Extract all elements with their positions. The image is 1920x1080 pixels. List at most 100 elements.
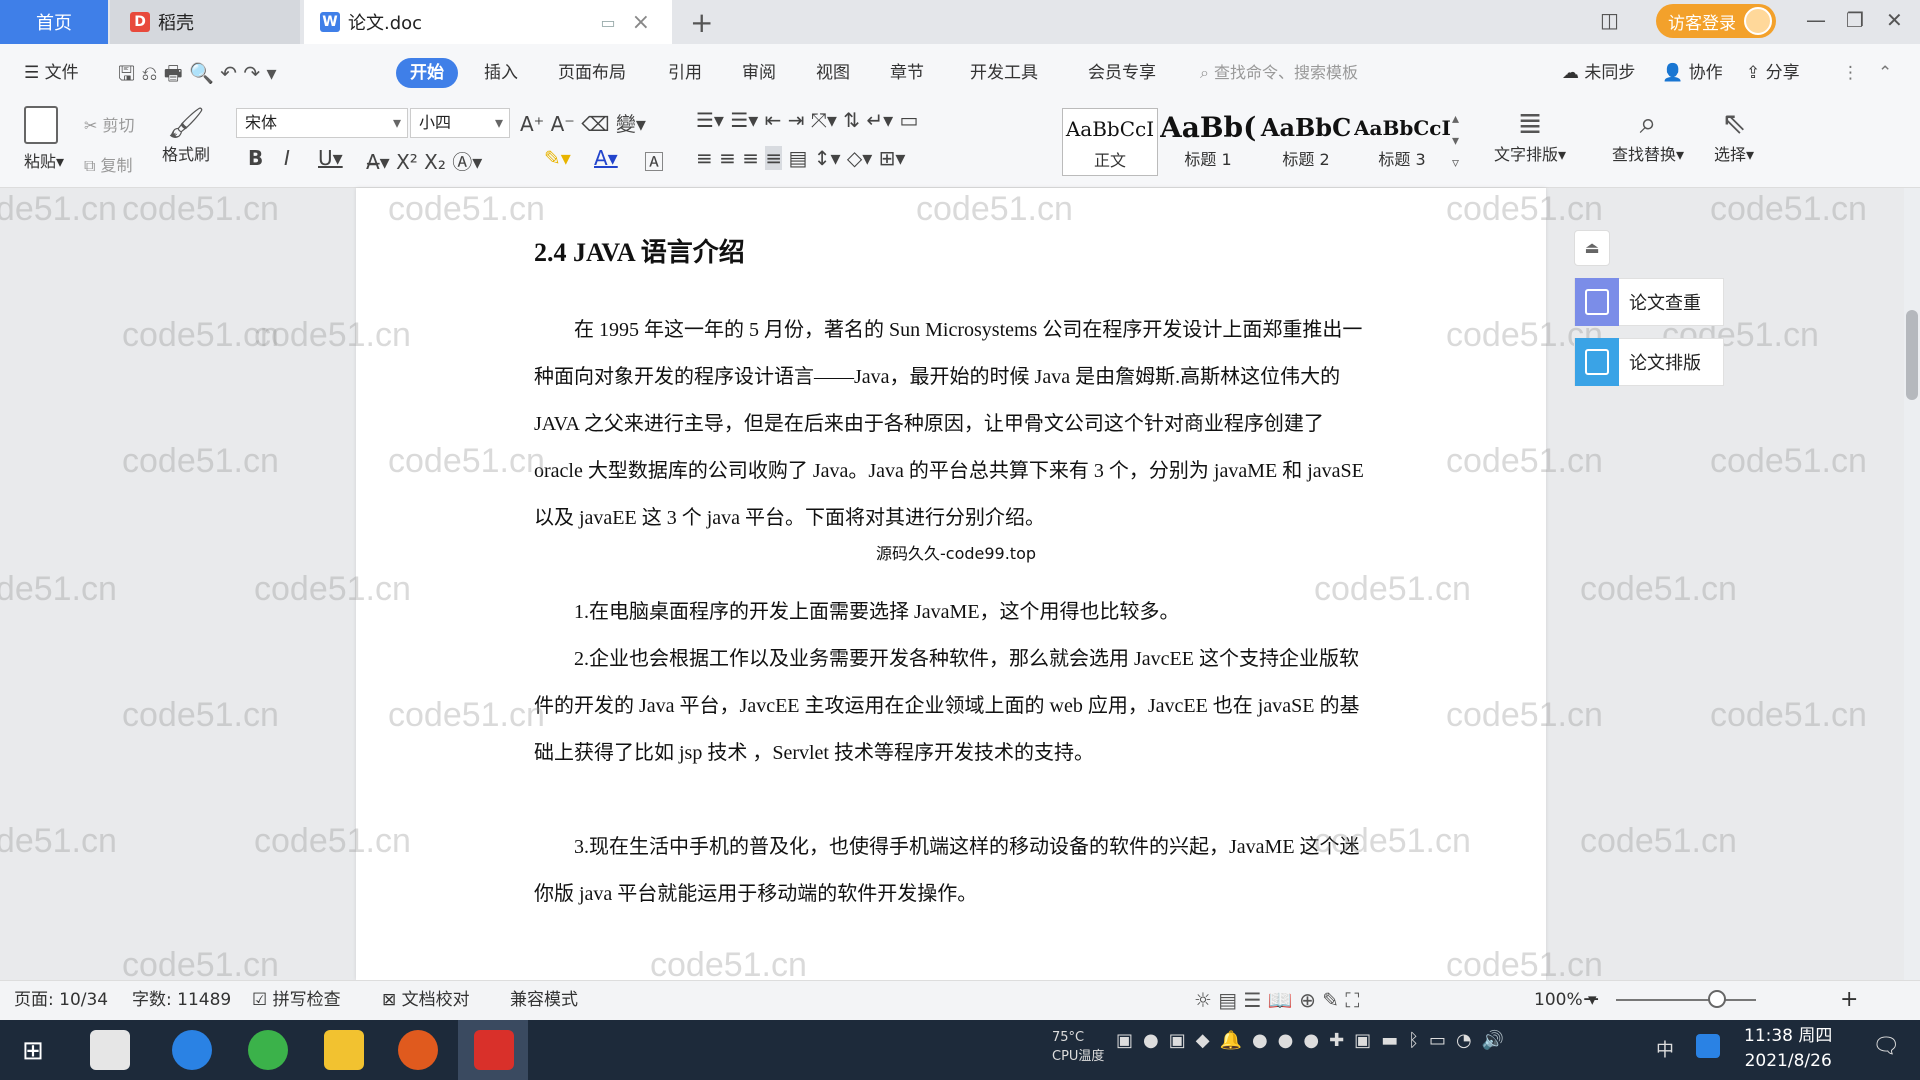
page-indicator[interactable]: 页面: 10/34 — [14, 980, 108, 1020]
format-painter-button[interactable]: 🖌 格式刷 — [162, 106, 210, 165]
menu-tab-start-label: 开始 — [410, 63, 444, 83]
vertical-scrollbar[interactable] — [1904, 188, 1920, 980]
quick-access-toolbar[interactable]: 🖫 ⎌ 🖶 🔍 ↶ ↷ ▾ — [118, 44, 277, 102]
app-pinwheel-icon[interactable] — [90, 1030, 130, 1070]
menu-tab-dev-tools[interactable]: 开发工具 — [970, 44, 1038, 102]
section-heading: 2.4 JAVA 语言介绍 — [534, 238, 745, 267]
window-mode-icon[interactable]: ▭ — [600, 13, 615, 32]
menu-tab-member-label: 会员专享 — [1088, 63, 1156, 83]
justify-icon[interactable]: ≡ — [765, 146, 783, 170]
side-panel-collapse-icon[interactable]: ⏏ — [1574, 230, 1610, 266]
style-heading-1-sample: AaBb( — [1160, 111, 1256, 144]
style-normal-name: 正文 — [1093, 151, 1126, 170]
font-color-icon[interactable]: A▾ — [594, 146, 618, 170]
underline-icon[interactable]: U▾ — [318, 146, 343, 170]
list-indent-icons[interactable]: ☰▾ ☰▾ ⇤ ⇥ ⤧▾ ⇅ ↵▾ ▭ — [696, 108, 918, 132]
word-count[interactable]: 字数: 11489 — [132, 980, 231, 1020]
style-heading-2[interactable]: AaBbC 标题 2 — [1258, 108, 1354, 176]
tab-home[interactable]: 首页 — [0, 0, 108, 44]
checkbox-icon: ☑ — [252, 990, 273, 1010]
zoom-in-icon[interactable]: + — [1840, 980, 1858, 1020]
tab-document[interactable]: W 论文.doc ▭ × — [304, 0, 672, 44]
style-heading-1[interactable]: AaBb(标题 1 — [1160, 108, 1256, 176]
menu-tab-chapter[interactable]: 章节 — [890, 44, 924, 102]
text-effects-icons[interactable]: A̶▾ X² X₂ Ⓐ▾ — [366, 146, 482, 175]
qq-icon[interactable] — [1696, 1034, 1720, 1058]
ime-indicator[interactable]: 中 — [1656, 1036, 1674, 1062]
select-button[interactable]: ⇖ 选择▾ — [1714, 106, 1754, 165]
zoom-slider-handle[interactable] — [1708, 990, 1726, 1008]
avatar — [1744, 7, 1772, 35]
app-mask-icon[interactable] — [398, 1030, 438, 1070]
cpu-temp-value: 75°C — [1052, 1030, 1085, 1045]
styles-scroll-icon[interactable]: ▴ ▾ ▿ — [1452, 108, 1459, 174]
text-layout-button[interactable]: ≣ 文字排版▾ — [1494, 106, 1566, 165]
layout-toggle-icon[interactable]: ◫ — [1600, 8, 1619, 32]
paragraph-align-icons[interactable]: ≡ ≡ ≡ ≡ ▤ ↕▾ ◇▾ ⊞▾ — [696, 146, 905, 170]
close-tab-icon[interactable]: × — [632, 10, 650, 35]
more-icon[interactable]: ⋮ — [1842, 44, 1859, 102]
file-menu[interactable]: ☰ 文件 — [24, 44, 79, 102]
scrollbar-thumb[interactable] — [1906, 310, 1918, 400]
menu-tab-insert[interactable]: 插入 — [484, 44, 518, 102]
sync-button[interactable]: ☁ 未同步 — [1562, 44, 1635, 102]
wps-icon — [474, 1030, 514, 1070]
start-icon[interactable]: ⊞ — [22, 1036, 44, 1066]
paragraph-point-3: 3.现在生活中手机的普及化，也使得手机端这样的移动设备的软件的兴起，JavaME… — [534, 836, 1360, 905]
new-tab-button[interactable]: + — [690, 6, 713, 39]
zoom-out-icon[interactable]: − — [1582, 980, 1600, 1020]
menu-tab-start[interactable]: 开始 — [396, 58, 458, 88]
menu-tab-insert-label: 插入 — [484, 63, 518, 83]
command-search[interactable]: ⌕ 查找命令、搜索模板 — [1200, 44, 1358, 102]
close-window-icon[interactable]: ✕ — [1886, 8, 1903, 32]
guest-login-button[interactable]: 访客登录 — [1656, 4, 1776, 38]
cut-label: 剪切 — [102, 116, 135, 135]
menu-tab-member[interactable]: 会员专享 — [1088, 44, 1156, 102]
magnifier-icon: ⌕ — [1639, 106, 1657, 141]
paragraph-point-2: 2.企业也会根据工作以及业务需要开发各种软件，那么就会选用 JavcEE 这个支… — [534, 648, 1360, 764]
font-name-select[interactable]: 宋体 ▾ — [236, 108, 408, 138]
edge-icon[interactable] — [172, 1030, 212, 1070]
highlight-icon[interactable]: ✎▾ — [544, 146, 571, 170]
word-doc-icon: W — [320, 12, 340, 32]
style-heading-2-sample: AaBbC — [1260, 113, 1352, 142]
menu-tab-chapter-label: 章节 — [890, 63, 924, 83]
bold-icon[interactable]: B — [248, 146, 263, 170]
spell-check-button[interactable]: ☑ 拼写检查 — [252, 980, 341, 1020]
paste-button[interactable]: 粘贴▾ — [24, 106, 64, 172]
find-replace-button[interactable]: ⌕ 查找替换▾ — [1612, 106, 1684, 165]
minimize-icon[interactable]: — — [1806, 8, 1826, 32]
font-size-value: 小四 — [419, 113, 452, 132]
italic-icon[interactable]: I — [284, 146, 290, 170]
system-tray-icons[interactable]: ▣●▣◆🔔●●●✚▣▬ᛒ▭◔🔊 — [1116, 1030, 1514, 1051]
font-size-select[interactable]: 小四 ▾ — [410, 108, 510, 138]
cloud-icon: ☁ — [1562, 63, 1585, 83]
file-explorer-icon[interactable] — [324, 1030, 364, 1070]
collab-button[interactable]: 👤 协作 — [1662, 44, 1723, 102]
restore-icon[interactable]: ❐ — [1846, 8, 1864, 32]
share-button[interactable]: ⇪ 分享 — [1746, 44, 1800, 102]
collab-label: 协作 — [1688, 63, 1723, 83]
notification-icon[interactable]: 🗨 — [1872, 1034, 1900, 1059]
menu-tab-page-layout[interactable]: 页面布局 — [558, 44, 626, 102]
tab-daoke[interactable]: D 稻壳 — [110, 0, 300, 44]
menu-tab-references[interactable]: 引用 — [668, 44, 702, 102]
style-heading-3-sample: AaBbCcI — [1354, 116, 1450, 140]
style-heading-3[interactable]: AaBbCcI 标题 3 — [1354, 108, 1450, 176]
zoom-slider[interactable] — [1616, 999, 1756, 1001]
cut-button[interactable]: ✂ 剪切 — [84, 112, 135, 136]
font-grow-shrink-icons[interactable]: A⁺ A⁻ ⌫ 變▾ — [520, 108, 646, 137]
collapse-ribbon-icon[interactable]: ⌃ — [1878, 44, 1892, 102]
thesis-layout-button[interactable]: 论文排版 — [1574, 338, 1724, 386]
view-mode-icons[interactable]: ☼ ▤ ☰ 📖 ⊕ ✎ ⛶ — [1194, 980, 1359, 1020]
char-border-icon[interactable]: 🄰 — [644, 146, 664, 175]
menu-tab-view[interactable]: 视图 — [816, 44, 850, 102]
browser-360-icon[interactable] — [248, 1030, 288, 1070]
proofread-button[interactable]: ⊠ 文档校对 — [382, 980, 470, 1020]
style-normal[interactable]: AaBbCcI 正文 — [1062, 108, 1158, 176]
copy-button[interactable]: ⧉ 复制 — [84, 152, 133, 176]
clock-time: 11:38 周四 — [1744, 1026, 1833, 1046]
clock[interactable]: 11:38 周四 2021/8/26 — [1744, 1024, 1832, 1074]
thesis-check-button[interactable]: 论文查重 — [1574, 278, 1724, 326]
menu-tab-review[interactable]: 审阅 — [742, 44, 776, 102]
